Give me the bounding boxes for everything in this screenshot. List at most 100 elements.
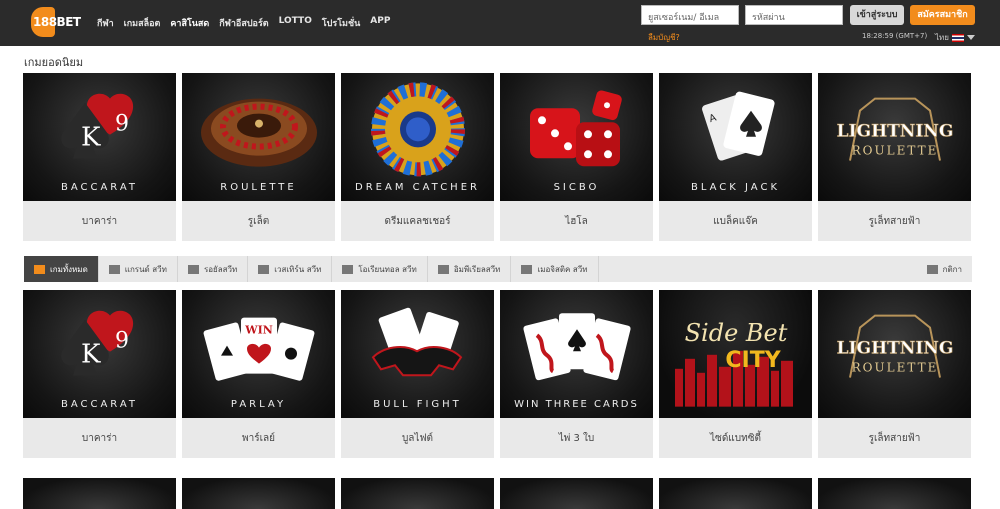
money-wheel-icon <box>370 82 465 177</box>
game-thumbnail[interactable]: WIN PARLAY <box>182 290 335 418</box>
svg-text:CITY: CITY <box>725 348 781 373</box>
clock-display: 18:28:59 (GMT+7) <box>862 32 928 40</box>
game-card-blackjack[interactable]: A BLACK JACK แบล็คแจ๊ค <box>659 73 812 241</box>
game-label[interactable]: รูเล็ทสายฟ้า <box>818 418 971 458</box>
game-card-lightning-roulette[interactable]: LIGHTNING ROULETTE รูเล็ทสายฟ้า <box>818 290 971 458</box>
game-card-sicbo[interactable]: SICBO ไฮโล <box>500 73 653 241</box>
nav-slots[interactable]: เกมสล็อต <box>124 16 161 30</box>
rules-label: กติกา <box>942 264 962 274</box>
game-caption: BLACK JACK <box>690 182 781 193</box>
game-thumbnail[interactable]: LIGHTNING ROULETTE <box>818 73 971 201</box>
game-label[interactable]: ไพ่ 3 ใบ <box>500 418 653 458</box>
nav-sports[interactable]: กีฬา <box>97 16 114 30</box>
game-label[interactable]: บาคาร่า <box>23 201 176 241</box>
game-thumbnail[interactable]: K9 BACCARAT <box>23 290 176 418</box>
playing-cards-icon: A <box>701 91 775 161</box>
game-card-bull-fight[interactable]: BULL FIGHT บูลไฟต์ <box>341 290 494 458</box>
game-caption: WIN THREE CARDS <box>514 399 639 410</box>
forgot-account-link[interactable]: ลืมบัญชี? <box>648 31 680 44</box>
popular-games-grid: K9 BACCARAT บาคาร่า ROULETTE รูเล็ต DREA… <box>23 73 971 241</box>
game-thumbnail[interactable]: WIN THREE CARDS <box>500 290 653 418</box>
game-caption: DREAM CATCHER <box>355 182 480 193</box>
tab-label: เกมทั้งหมด <box>50 264 88 274</box>
tab-majestic-suite[interactable]: เมอจิสติค สวีท <box>511 256 599 282</box>
language-selector[interactable]: ไทย <box>935 31 975 44</box>
game-thumbnail[interactable]: LIGHTNING ROULETTE <box>818 290 971 418</box>
game-card-dream-catcher[interactable]: DREAM CATCHER ดรีมแคลชเชอร์ <box>341 73 494 241</box>
lightning-roulette-logo: LIGHTNING ROULETTE <box>836 97 953 161</box>
join-button[interactable]: สมัครสมาชิก <box>910 5 975 25</box>
game-caption: BACCARAT <box>60 399 139 410</box>
tab-western-suite[interactable]: เวสเทิร์น สวีท <box>248 256 333 282</box>
svg-text:K: K <box>81 340 101 370</box>
win-cards-icon: WIN <box>203 317 314 381</box>
game-label[interactable]: ไซด์แบทซิตี้ <box>659 418 812 458</box>
game-thumbnail[interactable] <box>341 478 494 509</box>
game-caption: BACCARAT <box>60 182 139 193</box>
nav-app[interactable]: APP <box>370 16 390 30</box>
svg-text:ROULETTE: ROULETTE <box>851 144 938 158</box>
tab-royal-suite[interactable]: รอยัลสวีท <box>178 256 249 282</box>
game-label[interactable]: บาคาร่า <box>23 418 176 458</box>
password-input[interactable]: รหัสผ่าน <box>745 5 843 25</box>
188bet-logo[interactable]: 188BET <box>31 7 81 37</box>
game-label[interactable]: แบล็คแจ๊ค <box>659 201 812 241</box>
game-thumbnail[interactable] <box>818 478 971 509</box>
game-card-parlay[interactable]: WIN PARLAY พาร์เลย์ <box>182 290 335 458</box>
game-caption: ROULETTE <box>220 182 297 193</box>
tab-grand-suite[interactable]: แกรนด์ สวีท <box>99 256 178 282</box>
game-card-baccarat[interactable]: K9 BACCARAT บาคาร่า <box>23 73 176 241</box>
spade-k9-icon: K9 <box>60 310 133 376</box>
category-tab-bar: เกมทั้งหมด แกรนด์ สวีท รอยัลสวีท เวสเทิร… <box>24 256 972 282</box>
tab-label: โอเรียนทอล สวีท <box>358 264 417 274</box>
login-button[interactable]: เข้าสู่ระบบ <box>850 5 904 25</box>
svg-text:9: 9 <box>115 112 129 137</box>
game-thumbnail[interactable]: BULL FIGHT <box>341 290 494 418</box>
chevron-down-icon <box>966 35 975 40</box>
game-thumbnail[interactable]: DREAM CATCHER <box>341 73 494 201</box>
lightning-roulette-logo: LIGHTNING ROULETTE <box>836 314 953 378</box>
game-label[interactable]: รูเล็ทสายฟ้า <box>818 201 971 241</box>
dragon-cards-icon <box>522 313 631 381</box>
nav-lotto[interactable]: LOTTO <box>279 16 312 30</box>
game-card-side-bet-city[interactable]: Side Bet CITY ไซด์แบทซิตี้ <box>659 290 812 458</box>
game-thumbnail[interactable] <box>659 478 812 509</box>
nav-live-casino[interactable]: คาสิโนสด <box>170 16 209 30</box>
next-row-thumbnails <box>23 478 971 509</box>
tab-imperial-suite[interactable]: อิมพีเรียลสวีท <box>428 256 512 282</box>
tab-label: เวสเทิร์น สวีท <box>274 264 322 274</box>
svg-text:ROULETTE: ROULETTE <box>851 361 938 375</box>
game-thumbnail[interactable] <box>23 478 176 509</box>
tab-label: อิมพีเรียลสวีท <box>453 264 501 274</box>
game-thumbnail[interactable] <box>182 478 335 509</box>
game-card-win-three-cards[interactable]: WIN THREE CARDS ไพ่ 3 ใบ <box>500 290 653 458</box>
game-thumbnail[interactable]: K9 BACCARAT <box>23 73 176 201</box>
game-thumbnail[interactable] <box>500 478 653 509</box>
game-thumbnail[interactable]: SICBO <box>500 73 653 201</box>
tab-oriental-suite[interactable]: โอเรียนทอล สวีท <box>332 256 428 282</box>
game-thumbnail[interactable]: ROULETTE <box>182 73 335 201</box>
tab-all-games[interactable]: เกมทั้งหมด <box>24 256 99 282</box>
game-caption: PARLAY <box>230 399 287 410</box>
game-label[interactable]: พาร์เลย์ <box>182 418 335 458</box>
main-nav: กีฬา เกมสล็อต คาสิโนสด กีฬาอีสปอร์ต LOTT… <box>97 16 390 30</box>
game-caption: BULL FIGHT <box>373 399 462 410</box>
game-label[interactable]: ไฮโล <box>500 201 653 241</box>
star-icon <box>258 264 270 274</box>
svg-text:WIN: WIN <box>244 324 273 337</box>
game-card-baccarat[interactable]: K9 BACCARAT บาคาร่า <box>23 290 176 458</box>
svg-text:LIGHTNING: LIGHTNING <box>836 122 953 142</box>
game-card-roulette[interactable]: ROULETTE รูเล็ต <box>182 73 335 241</box>
game-label[interactable]: บูลไฟต์ <box>341 418 494 458</box>
grid-icon <box>34 264 45 274</box>
nav-esports[interactable]: กีฬาอีสปอร์ต <box>219 16 268 30</box>
game-thumbnail[interactable]: A BLACK JACK <box>659 73 812 201</box>
popular-games-title: เกมยอดนิยม <box>24 56 84 69</box>
rules-link[interactable]: กติกา <box>917 256 972 282</box>
game-label[interactable]: ดรีมแคลชเชอร์ <box>341 201 494 241</box>
username-input[interactable]: ยูสเซอร์เนม/ อีเมล <box>641 5 739 25</box>
game-card-lightning-roulette[interactable]: LIGHTNING ROULETTE รูเล็ทสายฟ้า <box>818 73 971 241</box>
nav-promotions[interactable]: โปรโมชั่น <box>322 16 360 30</box>
game-label[interactable]: รูเล็ต <box>182 201 335 241</box>
game-thumbnail[interactable]: Side Bet CITY <box>659 290 812 418</box>
